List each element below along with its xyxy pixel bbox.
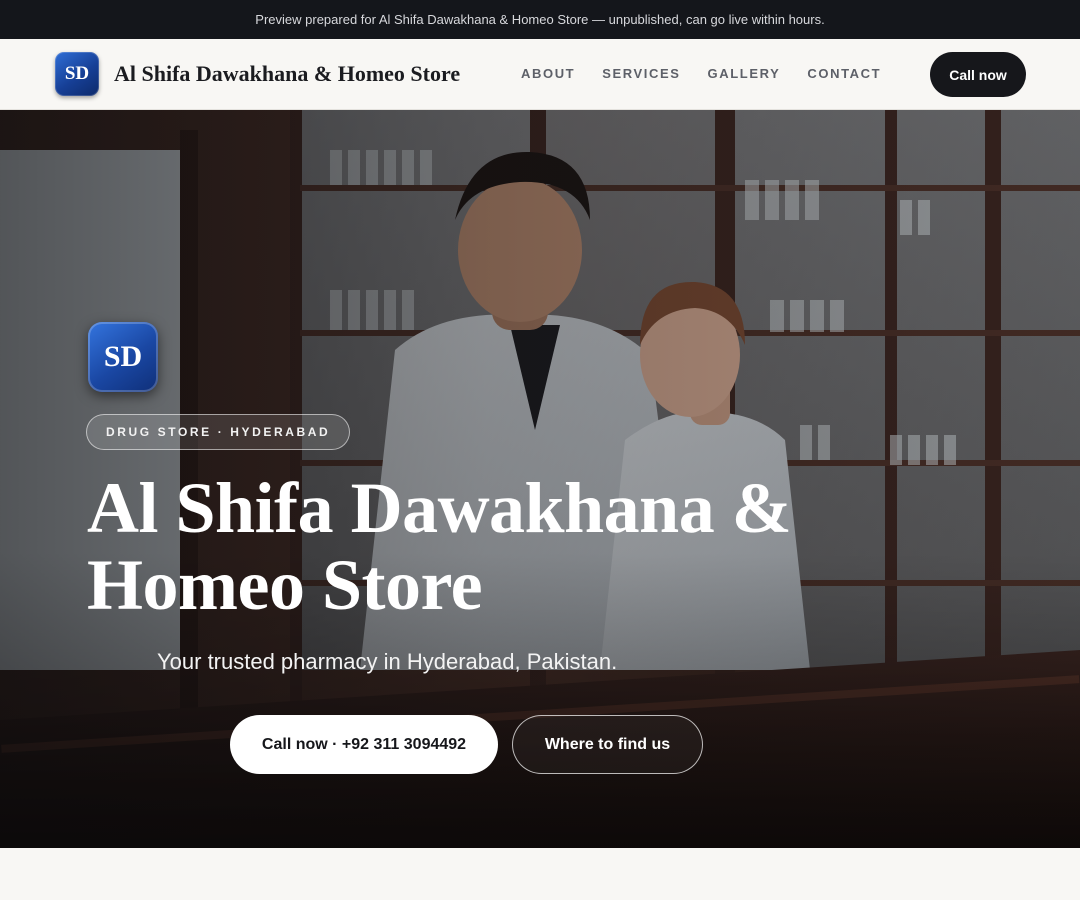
hero-subtitle: Your trusted pharmacy in Hyderabad, Paki… (157, 649, 618, 674)
category-badge: DRUG STORE · HYDERABAD (86, 414, 351, 450)
nav-link-gallery[interactable]: GALLERY (708, 66, 781, 81)
nav-menu: ABOUT SERVICES GALLERY CONTACT (521, 66, 881, 81)
preview-banner-text: Preview prepared for Al Shifa Dawakhana … (255, 12, 825, 27)
call-now-button[interactable]: Call now · +92 311 3094492 (230, 715, 498, 774)
nav-link-about[interactable]: ABOUT (521, 66, 575, 81)
site-header: SD Al Shifa Dawakhana & Homeo Store ABOU… (0, 39, 1080, 110)
nav-link-services[interactable]: SERVICES (602, 66, 680, 81)
header-call-button[interactable]: Call now (930, 52, 1026, 97)
hero-section: SD DRUG STORE · HYDERABAD Al Shifa Dawak… (0, 110, 1080, 848)
nav-link-contact[interactable]: CONTACT (807, 66, 881, 81)
hero-logo-icon: SD (88, 322, 158, 392)
preview-banner: Preview prepared for Al Shifa Dawakhana … (0, 0, 1080, 39)
brand-name[interactable]: Al Shifa Dawakhana & Homeo Store (114, 61, 460, 87)
hero-title: Al Shifa Dawakhana & Homeo Store (87, 468, 792, 625)
logo-icon[interactable]: SD (55, 52, 99, 96)
find-us-button[interactable]: Where to find us (512, 715, 703, 774)
